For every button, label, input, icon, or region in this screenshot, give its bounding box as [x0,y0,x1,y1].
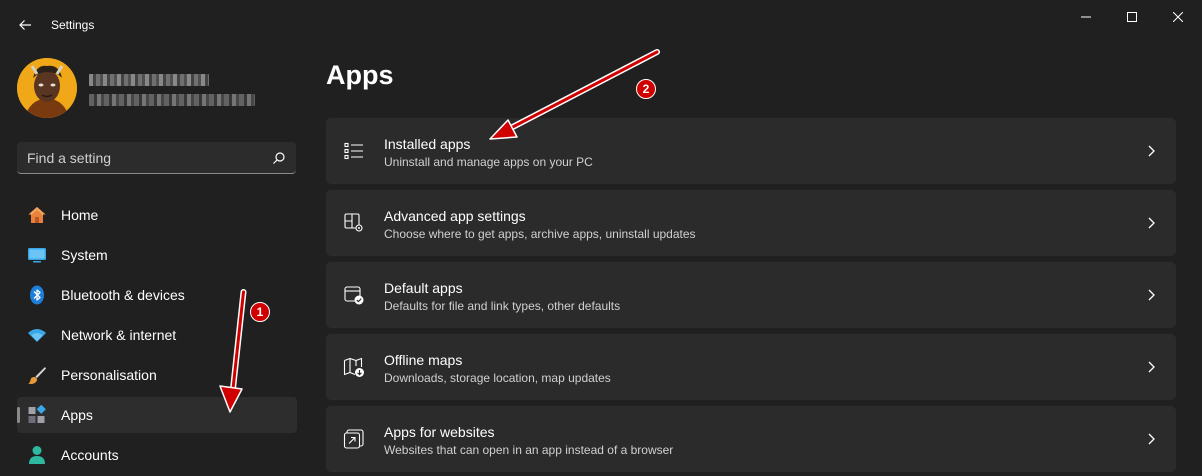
advanced-app-settings-card[interactable]: Advanced app settings Choose where to ge… [326,190,1176,256]
map-download-icon [343,357,364,377]
annotation-badge-1: 1 [250,302,270,322]
profile-email-redacted [89,94,255,106]
minimize-icon [1081,16,1091,18]
back-arrow-icon [19,20,31,30]
sidebar-item-personalisation[interactable]: Personalisation [17,357,297,393]
sidebar-item-network[interactable]: Network & internet [17,317,297,353]
maximize-icon [1127,12,1137,22]
sidebar-item-label: Home [61,207,99,223]
home-icon [28,207,46,223]
sidebar-item-home[interactable]: Home [17,197,297,233]
card-subtitle: Defaults for file and link types, other … [384,299,621,313]
installed-apps-card[interactable]: Installed apps Uninstall and manage apps… [326,118,1176,184]
card-title: Apps for websites [384,424,495,440]
sidebar-item-label: Network & internet [61,327,177,343]
wifi-icon [28,329,46,342]
bluetooth-icon [30,285,44,305]
chevron-right-icon [1148,217,1155,229]
system-icon [28,248,46,263]
sidebar-item-label: System [61,247,108,263]
avatar-image [17,58,77,118]
apps-icon [28,405,46,423]
card-subtitle: Choose where to get apps, archive apps, … [384,227,696,241]
open-in-app-icon [343,429,364,449]
default-apps-icon [344,286,364,305]
settings-window: Settings Find a setting Home System Blue… [0,0,1202,476]
sidebar-item-accounts[interactable]: Accounts [17,437,297,473]
card-title: Advanced app settings [384,208,526,224]
annotation-badge-2: 2 [636,79,656,99]
offline-maps-card[interactable]: Offline maps Downloads, storage location… [326,334,1176,400]
card-subtitle: Downloads, storage location, map updates [384,371,611,385]
selection-indicator [17,407,20,423]
sidebar-item-label: Accounts [61,447,119,463]
chevron-right-icon [1148,433,1155,445]
sidebar-item-label: Apps [61,407,93,423]
default-apps-card[interactable]: Default apps Defaults for file and link … [326,262,1176,328]
title-bar: Settings [0,0,1202,50]
avatar[interactable] [17,58,77,118]
profile-name-redacted [89,74,209,86]
close-button[interactable] [1155,0,1201,34]
accounts-icon [29,446,45,464]
close-icon [1173,12,1183,22]
sidebar-item-label: Bluetooth & devices [61,287,185,303]
minimize-button[interactable] [1063,0,1109,34]
sidebar-item-label: Personalisation [61,367,157,383]
card-subtitle: Uninstall and manage apps on your PC [384,155,593,169]
card-title: Default apps [384,280,463,296]
search-box [17,142,296,174]
sidebar-item-system[interactable]: System [17,237,297,273]
chevron-right-icon [1148,289,1155,301]
list-icon [344,142,363,160]
sidebar-item-apps[interactable]: Apps [17,397,297,433]
brush-icon [28,367,46,384]
page-title: Apps [326,60,394,90]
card-title: Offline maps [384,352,463,368]
maximize-button[interactable] [1109,0,1155,34]
search-icon[interactable] [272,151,286,165]
back-button[interactable] [12,12,38,38]
chevron-right-icon [1148,145,1155,157]
card-subtitle: Websites that can open in an app instead… [384,443,674,457]
app-settings-icon [344,213,363,232]
search-input[interactable] [27,142,257,173]
card-title: Installed apps [384,136,471,152]
chevron-right-icon [1148,361,1155,373]
apps-for-websites-card[interactable]: Apps for websites Websites that can open… [326,406,1176,472]
app-title: Settings [51,18,95,32]
